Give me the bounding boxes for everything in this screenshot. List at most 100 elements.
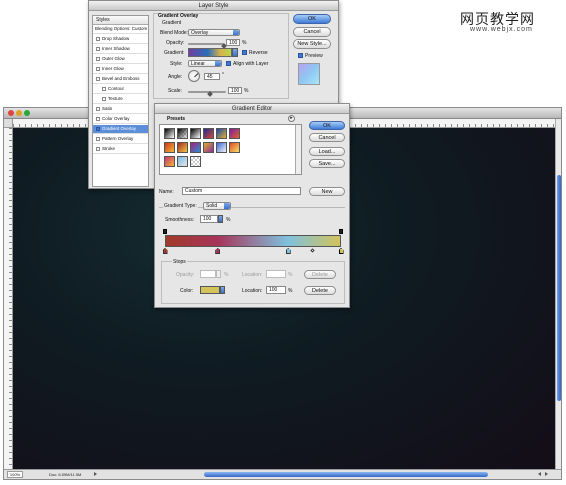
gradient-swatch[interactable]: [188, 48, 232, 57]
style-item-checkbox[interactable]: [96, 37, 100, 41]
style-item-checkbox[interactable]: [102, 97, 106, 101]
style-item-checkbox[interactable]: [96, 77, 100, 81]
style-item-checkbox[interactable]: [96, 127, 100, 131]
vertical-ruler[interactable]: [4, 128, 13, 469]
color-stop[interactable]: [338, 248, 344, 254]
style-item[interactable]: Satin: [93, 105, 148, 114]
gradient-preset-swatch[interactable]: [190, 142, 201, 153]
delete-color-stop-button[interactable]: Delete: [304, 286, 336, 295]
gradient-preset-swatch[interactable]: [164, 142, 175, 153]
style-item[interactable]: Drop Shadow: [93, 35, 148, 44]
new-gradient-button[interactable]: New: [309, 187, 345, 196]
style-item-checkbox[interactable]: [96, 117, 100, 121]
gradient-preset-swatch[interactable]: [177, 156, 188, 167]
color-stop[interactable]: [285, 248, 291, 254]
style-item-checkbox[interactable]: [96, 137, 100, 141]
style-item[interactable]: Blending Options: Custom: [93, 25, 148, 34]
layer-style-cancel-button[interactable]: Cancel: [293, 27, 331, 37]
presets-scrollbar[interactable]: [295, 125, 301, 174]
style-item[interactable]: Texture: [93, 95, 148, 104]
scroll-right-icon[interactable]: [545, 472, 548, 476]
gradient-editor-cancel-button[interactable]: Cancel: [309, 133, 345, 142]
gradient-preset-swatch[interactable]: [164, 128, 175, 139]
vertical-scrollbar[interactable]: [555, 119, 561, 469]
gradient-preset-swatch[interactable]: [203, 142, 214, 153]
style-item[interactable]: Inner Shadow: [93, 45, 148, 54]
reverse-label: Reverse: [249, 50, 268, 56]
gradient-preset-swatch[interactable]: [216, 128, 227, 139]
style-item-checkbox[interactable]: [96, 57, 100, 61]
stop-opacity-field[interactable]: [200, 270, 216, 278]
gradient-preview-bar[interactable]: [165, 235, 341, 247]
style-item[interactable]: Stroke: [93, 145, 148, 154]
opacity-location-field[interactable]: [266, 270, 286, 278]
gradient-preset-swatch[interactable]: [164, 156, 175, 167]
style-item-checkbox[interactable]: [96, 147, 100, 151]
style-item-label: Satin: [102, 106, 113, 111]
style-item[interactable]: Color Overlay: [93, 115, 148, 124]
stop-color-swatch[interactable]: [200, 286, 220, 294]
style-item[interactable]: Gradient Overlay: [93, 125, 148, 134]
smoothness-field[interactable]: 100: [200, 215, 218, 223]
stop-opacity-stepper-icon[interactable]: [216, 270, 221, 278]
status-menu-arrow-icon[interactable]: [94, 472, 97, 476]
style-item[interactable]: Bevel and Emboss: [93, 75, 148, 84]
minimize-window-button[interactable]: [16, 110, 22, 116]
gradient-preset-swatch[interactable]: [190, 156, 201, 167]
style-select[interactable]: Linear: [188, 60, 222, 67]
new-style-button[interactable]: New Style...: [293, 39, 331, 49]
blend-mode-select[interactable]: Overlay: [188, 29, 240, 36]
vertical-scroll-thumb[interactable]: [557, 175, 561, 401]
style-item-checkbox[interactable]: [96, 67, 100, 71]
style-item-checkbox[interactable]: [102, 87, 106, 91]
gradient-editor-ok-button[interactable]: OK: [309, 121, 345, 130]
angle-dial[interactable]: [188, 70, 200, 82]
scale-field[interactable]: 100: [228, 87, 242, 94]
ruler-origin[interactable]: [4, 119, 13, 128]
gradient-preset-swatch[interactable]: [229, 128, 240, 139]
scroll-left-icon[interactable]: [538, 472, 541, 476]
load-button[interactable]: Load...: [309, 147, 345, 156]
style-item[interactable]: Pattern Overlay: [93, 135, 148, 144]
gradient-preset-swatch[interactable]: [190, 128, 201, 139]
opacity-stop[interactable]: [339, 229, 343, 234]
horizontal-scroll-thumb[interactable]: [204, 472, 488, 477]
zoom-window-button[interactable]: [24, 110, 30, 116]
style-item[interactable]: Contour: [93, 85, 148, 94]
align-with-layer-checkbox[interactable]: [226, 61, 231, 66]
style-item[interactable]: Outer Glow: [93, 55, 148, 64]
gradient-overlay-section: Gradient Overlay Gradient Blend Mode: Ov…: [153, 13, 289, 99]
stop-color-menu-icon[interactable]: [220, 286, 225, 294]
gradient-preset-swatch[interactable]: [177, 142, 188, 153]
style-item-checkbox[interactable]: [96, 47, 100, 51]
gradient-type-select[interactable]: Solid: [203, 202, 231, 210]
presets-menu-icon[interactable]: ▸: [288, 115, 295, 122]
zoom-level-field[interactable]: 100%: [7, 471, 23, 478]
opacity-stop[interactable]: [163, 229, 167, 234]
styles-header[interactable]: Styles: [93, 16, 148, 25]
gradient-name-field[interactable]: Custom: [182, 187, 301, 195]
color-stop[interactable]: [215, 248, 221, 254]
close-window-button[interactable]: [8, 110, 14, 116]
color-stop[interactable]: [162, 248, 168, 254]
style-item-checkbox[interactable]: [96, 107, 100, 111]
color-location-field[interactable]: 100: [266, 286, 286, 294]
preview-checkbox[interactable]: [298, 53, 303, 58]
delete-opacity-stop-button[interactable]: Delete: [304, 270, 336, 279]
opacity-slider[interactable]: [188, 43, 224, 45]
gradient-preset-swatch[interactable]: [216, 142, 227, 153]
gradient-preset-swatch[interactable]: [203, 128, 214, 139]
gradient-picker-arrow-icon[interactable]: [232, 48, 238, 57]
opacity-field[interactable]: 100: [226, 39, 240, 46]
style-value: Linear: [191, 61, 205, 67]
save-button[interactable]: Save...: [309, 159, 345, 168]
midpoint-marker[interactable]: [310, 248, 315, 253]
reverse-checkbox[interactable]: [242, 50, 247, 55]
smoothness-stepper-icon[interactable]: [218, 215, 223, 223]
layer-style-ok-button[interactable]: OK: [293, 14, 331, 24]
angle-field[interactable]: 45: [204, 73, 220, 80]
gradient-preset-swatch[interactable]: [177, 128, 188, 139]
style-item[interactable]: Inner Glow: [93, 65, 148, 74]
gradient-preset-swatch[interactable]: [229, 142, 240, 153]
gradient-type-value: Solid: [206, 203, 218, 209]
